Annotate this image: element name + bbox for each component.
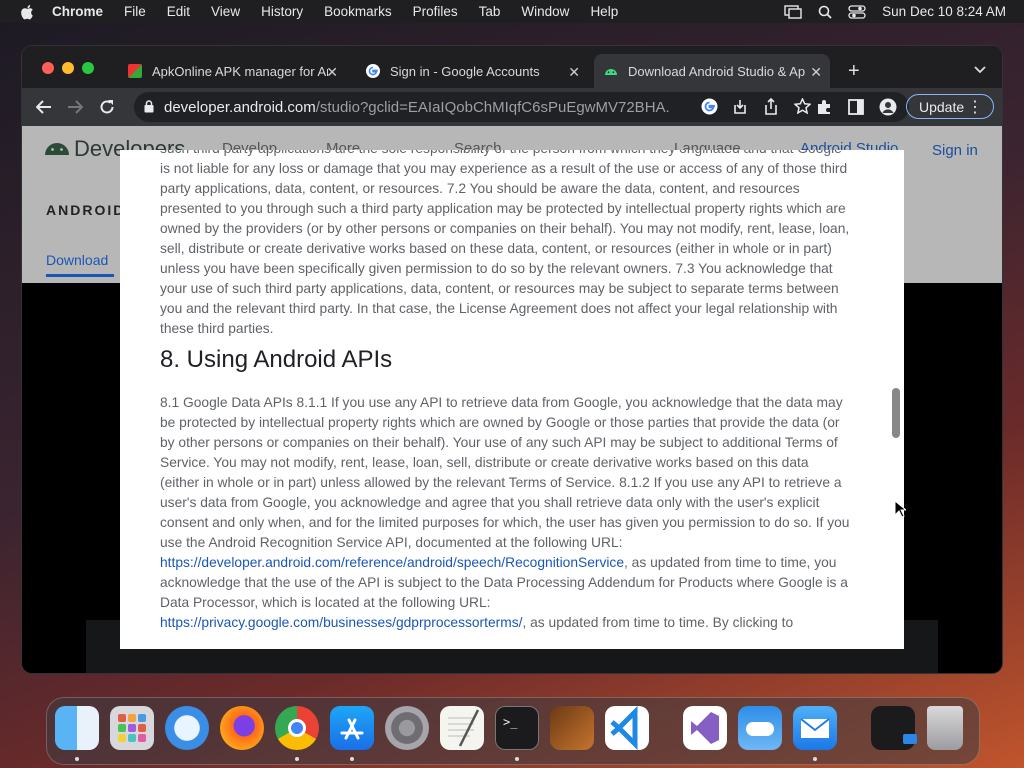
side-panel-icon[interactable] bbox=[848, 99, 864, 115]
android-favicon-icon bbox=[605, 69, 617, 75]
new-tab-icon[interactable]: + bbox=[848, 60, 860, 83]
menu-app-name[interactable]: Chrome bbox=[52, 4, 103, 19]
window-controls bbox=[42, 62, 94, 74]
google-favicon-icon bbox=[366, 64, 380, 78]
tab-google-signin[interactable]: Sign in - Google Accounts ✕ bbox=[366, 54, 588, 88]
terminal-icon[interactable]: >_ bbox=[495, 706, 539, 750]
paragraph-text: 8.1 Google Data APIs 8.1.1 If you use an… bbox=[160, 395, 850, 550]
tab-title: ApkOnline APK manager for An bbox=[152, 63, 328, 79]
screen-mirroring-icon[interactable] bbox=[784, 4, 802, 19]
garageband-icon[interactable] bbox=[550, 706, 594, 750]
url-path: /studio?gclid=EAIaIQobChMIqfC6sPuEgwMV72… bbox=[315, 98, 669, 116]
menu-bookmarks[interactable]: Bookmarks bbox=[324, 4, 392, 19]
sign-in-link[interactable]: Sign in bbox=[932, 142, 978, 159]
zoom-window-button[interactable] bbox=[82, 62, 94, 74]
dialog-scrollbar-thumb[interactable] bbox=[892, 388, 900, 438]
chrome-menu-icon[interactable]: ⋮ bbox=[967, 97, 983, 117]
menu-clock[interactable]: Sun Dec 10 8:24 AM bbox=[882, 4, 1006, 19]
close-window-button[interactable] bbox=[42, 62, 54, 74]
tab-title: Download Android Studio & Ap bbox=[628, 63, 806, 79]
running-indicator bbox=[813, 757, 817, 761]
menu-tab[interactable]: Tab bbox=[479, 4, 501, 19]
control-center-icon[interactable] bbox=[848, 4, 866, 19]
license-paragraph: 8.1 Google Data APIs 8.1.1 If you use an… bbox=[160, 393, 850, 633]
launchpad-icon[interactable] bbox=[110, 706, 154, 750]
menu-help[interactable]: Help bbox=[590, 4, 618, 19]
section-title: ANDROID bbox=[46, 202, 126, 218]
macos-dock: >_ bbox=[46, 697, 980, 765]
menu-view[interactable]: View bbox=[211, 4, 240, 19]
license-paragraph: such third party applications are the so… bbox=[160, 150, 850, 336]
running-indicator bbox=[350, 757, 354, 761]
license-text: such third party applications are the so… bbox=[160, 150, 850, 633]
running-indicator bbox=[295, 757, 299, 761]
minimize-window-button[interactable] bbox=[62, 62, 74, 74]
apkonline-favicon-icon bbox=[128, 64, 142, 78]
tab-download[interactable]: Download bbox=[46, 252, 114, 277]
trash-icon[interactable] bbox=[927, 706, 963, 750]
install-app-icon[interactable] bbox=[732, 99, 748, 115]
spotlight-search-icon[interactable] bbox=[818, 5, 832, 19]
gdpr-terms-link[interactable]: https://privacy.google.com/businesses/gd… bbox=[160, 615, 522, 630]
tab-apkonline[interactable]: ApkOnline APK manager for An ✕ bbox=[128, 54, 346, 88]
profile-avatar-icon[interactable] bbox=[879, 98, 897, 116]
mail-icon[interactable] bbox=[793, 706, 837, 750]
safari-icon[interactable] bbox=[165, 706, 209, 750]
section-heading: 8. Using Android APIs bbox=[160, 346, 393, 373]
running-indicator bbox=[75, 757, 79, 761]
active-tab-underline bbox=[46, 274, 114, 277]
macos-menu-bar: Chrome File Edit View History Bookmarks … bbox=[0, 0, 1024, 23]
tab-android-studio[interactable]: Download Android Studio & Ap ✕ bbox=[594, 54, 830, 88]
update-label: Update bbox=[919, 98, 965, 115]
close-tab-icon[interactable]: ✕ bbox=[326, 64, 338, 81]
google-lens-icon[interactable] bbox=[701, 98, 718, 115]
visual-studio-icon[interactable] bbox=[683, 706, 727, 750]
address-bar[interactable]: developer.android.com/studio?gclid=EAIaI… bbox=[134, 92, 909, 122]
android-logo-icon[interactable] bbox=[44, 138, 70, 156]
vscode-icon[interactable] bbox=[605, 705, 649, 751]
back-arrow-icon[interactable] bbox=[36, 100, 52, 114]
menu-window[interactable]: Window bbox=[521, 4, 569, 19]
textedit-icon[interactable] bbox=[440, 706, 484, 750]
system-preferences-icon[interactable] bbox=[385, 706, 429, 750]
firefox-icon[interactable] bbox=[220, 706, 264, 750]
forward-arrow-icon[interactable] bbox=[67, 100, 83, 114]
tab-strip: ApkOnline APK manager for An ✕ Sign in -… bbox=[22, 46, 1002, 88]
web-page: Developers Develop More Search Language … bbox=[22, 126, 1002, 673]
update-button[interactable]: Update ⋮ bbox=[906, 94, 994, 119]
share-icon[interactable] bbox=[764, 98, 778, 115]
extensions-puzzle-icon[interactable] bbox=[816, 99, 832, 115]
close-tab-icon[interactable]: ✕ bbox=[568, 64, 580, 81]
recognition-service-link[interactable]: https://developer.android.com/reference/… bbox=[160, 555, 624, 570]
menu-history[interactable]: History bbox=[261, 4, 303, 19]
app-store-icon[interactable] bbox=[330, 706, 374, 750]
chrome-window: ApkOnline APK manager for An ✕ Sign in -… bbox=[22, 46, 1002, 673]
finder-icon[interactable] bbox=[55, 706, 99, 750]
apple-menu-icon[interactable] bbox=[20, 4, 34, 20]
url-host: developer.android.com bbox=[164, 98, 316, 116]
mouse-cursor-icon bbox=[894, 500, 906, 518]
menu-file[interactable]: File bbox=[124, 4, 146, 19]
weather-icon[interactable] bbox=[738, 706, 782, 750]
screen-window-icon[interactable] bbox=[871, 706, 917, 750]
bookmark-star-icon[interactable] bbox=[794, 98, 811, 114]
close-tab-icon[interactable]: ✕ bbox=[810, 64, 822, 81]
running-indicator bbox=[515, 757, 519, 761]
browser-toolbar: developer.android.com/studio?gclid=EAIaI… bbox=[22, 88, 1002, 126]
paragraph-text: , as updated from time to time. By click… bbox=[522, 615, 794, 630]
lock-icon[interactable] bbox=[144, 100, 154, 113]
menu-edit[interactable]: Edit bbox=[167, 4, 190, 19]
menu-profiles[interactable]: Profiles bbox=[413, 4, 458, 19]
tab-title: Sign in - Google Accounts bbox=[390, 63, 540, 79]
tab-search-chevron-icon[interactable] bbox=[974, 66, 986, 74]
url-text: developer.android.com/studio?gclid=EAIaI… bbox=[164, 99, 669, 116]
chrome-icon[interactable] bbox=[275, 706, 319, 750]
reload-icon[interactable] bbox=[99, 99, 115, 115]
license-agreement-dialog: such third party applications are the so… bbox=[120, 150, 904, 649]
download-tab-label: Download bbox=[46, 252, 109, 268]
